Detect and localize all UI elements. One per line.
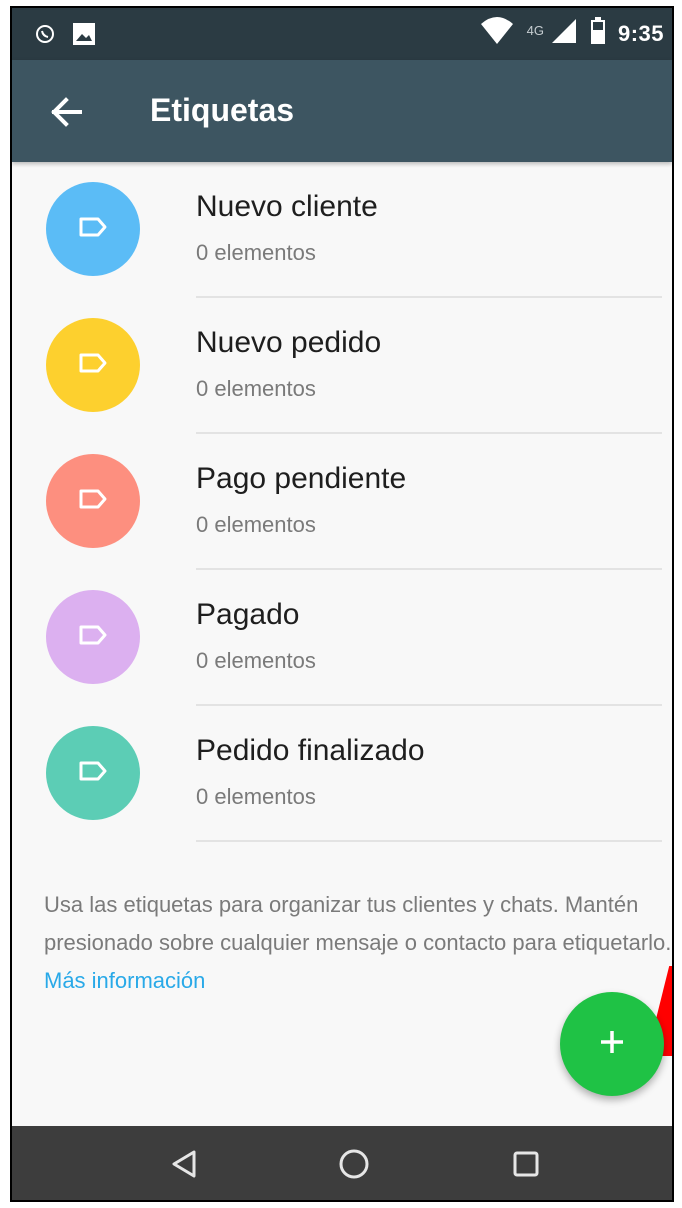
network-type: 4G — [526, 22, 544, 38]
label-name: Pedido finalizado — [196, 734, 425, 767]
info-body: Usa las etiquetas para organizar tus cli… — [44, 892, 672, 955]
label-count: 0 elementos — [196, 240, 316, 265]
label-name: Nuevo cliente — [196, 190, 378, 223]
arrow-back-icon[interactable] — [46, 92, 86, 132]
label-name: Pagado — [196, 598, 300, 631]
label-name: Nuevo pedido — [196, 326, 382, 359]
info-text: Usa las etiquetas para organizar tus cli… — [44, 886, 672, 1000]
label-row-pedido-finalizado[interactable]: Pedido finalizado 0 elementos — [12, 706, 672, 842]
battery-icon — [590, 17, 606, 51]
wifi-icon — [479, 16, 515, 52]
image-icon — [72, 22, 96, 51]
label-row-nuevo-cliente[interactable]: Nuevo cliente 0 elementos — [12, 162, 672, 298]
app-bar: Etiquetas — [12, 60, 672, 162]
recents-square-icon[interactable] — [506, 1144, 546, 1184]
label-tag-icon — [78, 488, 108, 515]
label-row-pagado[interactable]: Pagado 0 elementos — [12, 570, 672, 706]
whatsapp-icon — [34, 23, 56, 50]
label-tag-icon — [78, 216, 108, 243]
label-name: Pago pendiente — [196, 462, 407, 495]
phone-screen: 4G 9:35 Etiquetas Nuevo cliente 0 elemen… — [10, 6, 674, 1202]
back-triangle-icon[interactable] — [164, 1144, 204, 1184]
divider — [196, 840, 662, 842]
label-count: 0 elementos — [196, 648, 316, 673]
more-info-link[interactable]: Más información — [44, 968, 205, 993]
labels-list: Nuevo cliente 0 elementos Nuevo pedido 0… — [12, 162, 672, 842]
home-circle-icon[interactable] — [334, 1144, 374, 1184]
label-count: 0 elementos — [196, 512, 316, 537]
label-tag-icon — [78, 624, 108, 651]
signal-icon — [550, 17, 578, 51]
label-tag-icon — [78, 352, 108, 379]
label-count: 0 elementos — [196, 376, 316, 401]
label-circle — [46, 182, 140, 276]
plus-icon — [597, 1027, 627, 1062]
label-circle — [46, 454, 140, 548]
label-row-pago-pendiente[interactable]: Pago pendiente 0 elementos — [12, 434, 672, 570]
clock: 9:35 — [617, 21, 664, 46]
status-bar: 4G 9:35 — [12, 8, 672, 60]
label-circle — [46, 318, 140, 412]
label-circle — [46, 590, 140, 684]
label-count: 0 elementos — [196, 784, 316, 809]
label-row-nuevo-pedido[interactable]: Nuevo pedido 0 elementos — [12, 298, 672, 434]
page-title: Etiquetas — [150, 92, 295, 128]
navigation-bar — [12, 1126, 672, 1200]
add-label-button[interactable] — [560, 992, 664, 1096]
label-circle — [46, 726, 140, 820]
label-tag-icon — [78, 760, 108, 787]
